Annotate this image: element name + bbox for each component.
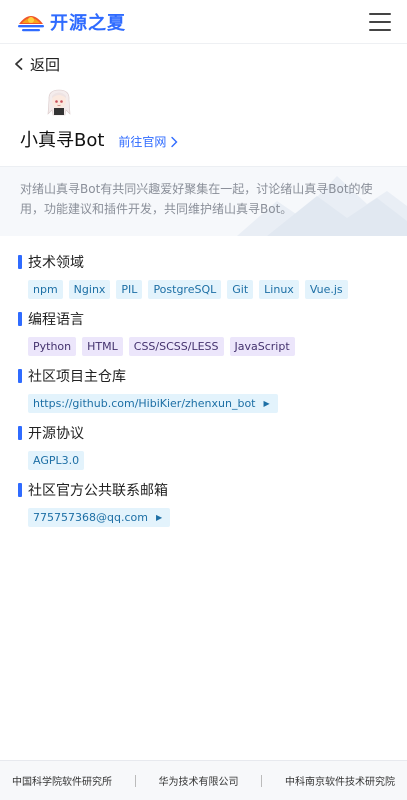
top-bar: 开源之夏: [0, 0, 407, 44]
footer-org[interactable]: 华为技术有限公司: [159, 773, 239, 788]
section-title: 开源协议: [28, 426, 84, 442]
tech-domain-section: 技术领域 npm Nginx PIL PostgreSQL Git Linux Vue.js: [18, 252, 389, 299]
repo-url: https://github.com/HibiKier/zhenxun_bot: [33, 397, 256, 410]
footer: 中国科学院软件研究所 华为技术有限公司 中科南京软件技术研究院: [0, 760, 407, 800]
tag: Git: [227, 280, 254, 299]
tag: JavaScript: [229, 337, 295, 356]
tag: Nginx: [68, 280, 111, 299]
project-title-row: 小真寻Bot 前往官网: [0, 120, 407, 152]
section-title: 编程语言: [28, 312, 84, 328]
section-marker: [18, 255, 22, 269]
section-marker: [18, 312, 22, 326]
footer-org[interactable]: 中国科学院软件研究所: [12, 773, 112, 788]
visit-website-link[interactable]: 前往官网: [118, 133, 178, 150]
opensource-summer-logo-icon: [18, 15, 44, 31]
email-section: 社区官方公共联系邮箱 775757368@qq.com ▶: [18, 480, 389, 527]
section-title: 社区官方公共联系邮箱: [28, 483, 168, 499]
tag: PIL: [116, 280, 143, 299]
repo-section: 社区项目主仓库 https://github.com/HibiKier/zhen…: [18, 366, 389, 413]
back-label: 返回: [30, 55, 61, 74]
section-marker: [18, 483, 22, 497]
back-button[interactable]: 返回: [0, 44, 407, 84]
visit-website-label: 前往官网: [118, 135, 167, 149]
play-arrow-icon: ▶: [263, 399, 270, 408]
repo-link[interactable]: https://github.com/HibiKier/zhenxun_bot …: [28, 394, 278, 413]
tech-tag-list: npm Nginx PIL PostgreSQL Git Linux Vue.js: [18, 272, 389, 299]
tag: HTML: [82, 337, 123, 356]
tag: npm: [28, 280, 63, 299]
section-title: 技术领域: [28, 255, 84, 271]
footer-org[interactable]: 中科南京软件技术研究院: [285, 773, 395, 788]
project-avatar: [47, 89, 71, 116]
license-section: 开源协议 AGPL3.0: [18, 423, 389, 470]
section-marker: [18, 426, 22, 440]
footer-divider: [261, 774, 263, 787]
hamburger-menu-icon[interactable]: [369, 12, 391, 31]
tag: Linux: [259, 280, 299, 299]
section-marker: [18, 369, 22, 383]
footer-divider: [134, 774, 136, 787]
project-description: 对绪山真寻Bot有共同兴趣爱好聚集在一起，讨论绪山真寻Bot的使用，功能建议和插…: [20, 182, 373, 216]
email-link[interactable]: 775757368@qq.com ▶: [28, 508, 171, 527]
tag: Vue.js: [304, 280, 348, 299]
project-details: 技术领域 npm Nginx PIL PostgreSQL Git Linux Vue.js…: [0, 236, 407, 527]
section-title: 社区项目主仓库: [28, 369, 126, 385]
email-address: 775757368@qq.com: [33, 511, 148, 524]
language-section: 编程语言 Python HTML CSS/SCSS/LESS JavaScript: [18, 309, 389, 356]
chevron-left-icon: [15, 58, 23, 70]
tag: CSS/SCSS/LESS: [128, 337, 224, 356]
project-title: 小真寻Bot: [20, 130, 105, 151]
tag: Python: [28, 337, 77, 356]
tag: PostgreSQL: [148, 280, 222, 299]
chevron-right-icon: [171, 136, 178, 147]
site-name: 开源之夏: [50, 12, 126, 34]
language-tag-list: Python HTML CSS/SCSS/LESS JavaScript: [18, 329, 389, 356]
project-description-box: 对绪山真寻Bot有共同兴趣爱好聚集在一起，讨论绪山真寻Bot的使用，功能建议和插…: [0, 166, 407, 236]
license-tag: AGPL3.0: [28, 451, 85, 470]
play-arrow-icon: ▶: [155, 513, 163, 522]
site-logo[interactable]: 开源之夏: [16, 9, 126, 35]
